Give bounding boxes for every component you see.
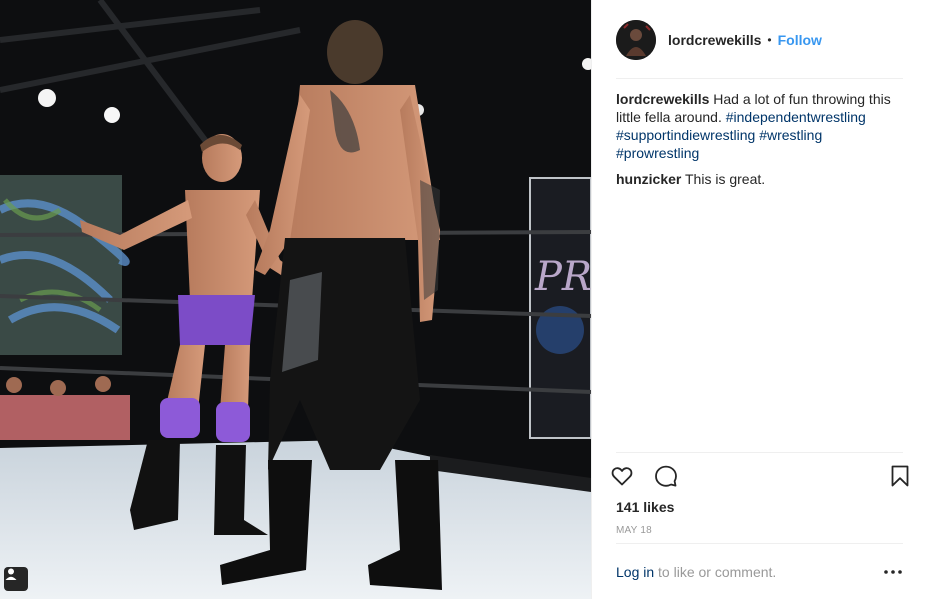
actions-divider bbox=[616, 452, 903, 453]
comment-username[interactable]: lordcrewekills bbox=[616, 91, 709, 107]
bookmark-icon bbox=[891, 465, 909, 487]
hashtag-link[interactable]: #prowrestling bbox=[616, 145, 699, 161]
avatar-image bbox=[616, 19, 656, 60]
comment-text: This is great. bbox=[685, 171, 766, 187]
comment-list: lordcrewekills Had a lot of fun throwing… bbox=[616, 90, 906, 196]
footer-divider bbox=[616, 543, 903, 544]
svg-text:PRO: PRO bbox=[534, 254, 591, 300]
heart-icon bbox=[611, 467, 633, 486]
action-bar bbox=[606, 460, 916, 492]
hashtag-link[interactable]: #supportindiewrestling bbox=[616, 127, 755, 143]
comment-icon bbox=[655, 465, 677, 487]
more-options-button[interactable] bbox=[881, 562, 905, 582]
post-date[interactable]: MAY 18 bbox=[616, 525, 652, 536]
header-divider bbox=[616, 78, 903, 79]
post-header: lordcrewekills • Follow bbox=[592, 0, 927, 79]
comment-username[interactable]: hunzicker bbox=[616, 171, 681, 187]
likes-count[interactable]: 141 likes bbox=[616, 499, 674, 515]
avatar[interactable] bbox=[616, 19, 656, 60]
login-prompt-text: to like or comment. bbox=[654, 564, 777, 580]
wrestling-photo-illustration: PRO bbox=[0, 0, 591, 599]
save-button[interactable] bbox=[884, 460, 916, 492]
more-options-icon bbox=[884, 570, 902, 574]
follow-button[interactable]: Follow bbox=[778, 32, 822, 48]
header-separator: • bbox=[767, 32, 772, 47]
hashtag-link[interactable]: #wrestling bbox=[759, 127, 822, 143]
login-prompt: Log in to like or comment. bbox=[616, 564, 776, 580]
post-photo[interactable]: PRO bbox=[0, 0, 591, 599]
comment-item: hunzicker This is great. bbox=[616, 170, 906, 188]
like-button[interactable] bbox=[606, 460, 638, 492]
user-tag-button[interactable] bbox=[4, 567, 28, 591]
comment-button[interactable] bbox=[650, 460, 682, 492]
login-link[interactable]: Log in bbox=[616, 564, 654, 580]
comment-item: lordcrewekills Had a lot of fun throwing… bbox=[616, 90, 906, 162]
post-side-panel: lordcrewekills • Follow lordcrewekills H… bbox=[591, 0, 927, 599]
user-tag-icon bbox=[5, 568, 17, 580]
author-username[interactable]: lordcrewekills bbox=[668, 32, 761, 48]
hashtag-link[interactable]: #independentwrestling bbox=[726, 109, 866, 125]
